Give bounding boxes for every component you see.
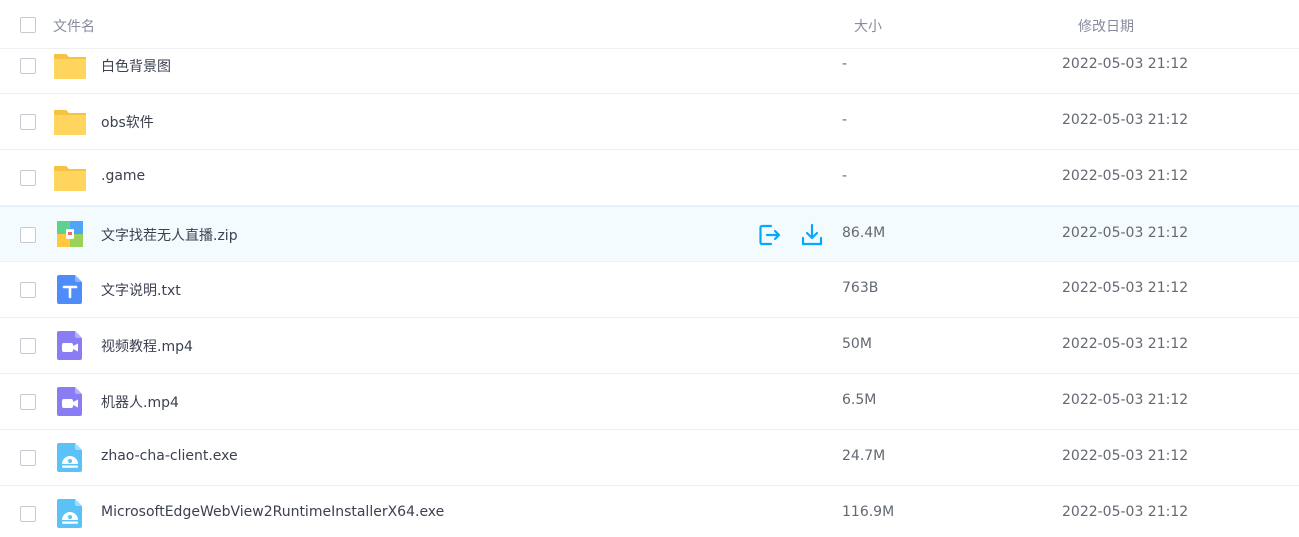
file-name[interactable]: MicrosoftEdgeWebView2RuntimeInstallerX64…	[101, 504, 444, 520]
row-checkbox[interactable]	[20, 282, 36, 298]
row-checkbox[interactable]	[20, 506, 36, 522]
file-row[interactable]: 文字说明.txt 763B 2022-05-03 21:12	[0, 262, 1299, 318]
row-checkbox[interactable]	[20, 450, 36, 466]
file-date: 2022-05-03 21:12	[1062, 392, 1189, 408]
select-all-checkbox[interactable]	[20, 17, 36, 33]
row-checkbox[interactable]	[20, 114, 36, 130]
row-checkbox[interactable]	[20, 227, 36, 243]
file-name[interactable]: 文字说明.txt	[101, 280, 181, 300]
row-checkbox[interactable]	[20, 394, 36, 410]
file-size: 763B	[842, 280, 879, 296]
file-row[interactable]: obs软件 - 2022-05-03 21:12	[0, 94, 1299, 150]
file-name[interactable]: obs软件	[101, 112, 154, 132]
text-file-icon	[53, 272, 87, 306]
file-size: -	[842, 56, 848, 72]
file-list: 文件名 大小 修改日期 白色背景图 - 2022-05-03 21:12 obs…	[0, 0, 1299, 537]
file-name[interactable]: zhao-cha-client.exe	[101, 448, 238, 464]
file-row[interactable]: zhao-cha-client.exe 24.7M 2022-05-03 21:…	[0, 430, 1299, 486]
file-size: 86.4M	[842, 225, 886, 241]
file-date: 2022-05-03 21:12	[1062, 448, 1189, 464]
column-header-date[interactable]: 修改日期	[1078, 16, 1134, 36]
file-name[interactable]: 文字找茬无人直播.zip	[101, 225, 238, 245]
zip-file-icon	[53, 217, 87, 251]
file-date: 2022-05-03 21:12	[1062, 56, 1189, 72]
file-size: -	[842, 112, 848, 128]
file-name[interactable]: .game	[101, 168, 145, 184]
file-size: 116.9M	[842, 504, 895, 520]
file-name[interactable]: 机器人.mp4	[101, 392, 179, 412]
download-icon[interactable]	[799, 222, 825, 248]
file-row[interactable]: MicrosoftEdgeWebView2RuntimeInstallerX64…	[0, 486, 1299, 537]
folder-icon	[53, 160, 87, 194]
row-checkbox[interactable]	[20, 170, 36, 186]
file-row[interactable]: 文字找茬无人直播.zip 86.4M 2022-05-03 21:12	[0, 206, 1299, 262]
video-file-icon	[53, 328, 87, 362]
column-header-name[interactable]: 文件名	[53, 16, 95, 36]
exe-file-icon	[53, 496, 87, 530]
video-file-icon	[53, 384, 87, 418]
file-date: 2022-05-03 21:12	[1062, 280, 1189, 296]
file-row[interactable]: 白色背景图 - 2022-05-03 21:12	[0, 38, 1299, 94]
file-row[interactable]: 视频教程.mp4 50M 2022-05-03 21:12	[0, 318, 1299, 374]
file-name[interactable]: 白色背景图	[101, 56, 171, 76]
share-icon[interactable]	[757, 222, 783, 248]
file-date: 2022-05-03 21:12	[1062, 168, 1189, 184]
file-date: 2022-05-03 21:12	[1062, 112, 1189, 128]
file-name[interactable]: 视频教程.mp4	[101, 336, 193, 356]
row-checkbox[interactable]	[20, 58, 36, 74]
file-row[interactable]: .game - 2022-05-03 21:12	[0, 150, 1299, 206]
file-size: -	[842, 168, 848, 184]
file-size: 50M	[842, 336, 872, 352]
folder-icon	[53, 104, 87, 138]
file-row[interactable]: 机器人.mp4 6.5M 2022-05-03 21:12	[0, 374, 1299, 430]
exe-file-icon	[53, 440, 87, 474]
file-date: 2022-05-03 21:12	[1062, 336, 1189, 352]
file-size: 24.7M	[842, 448, 886, 464]
file-date: 2022-05-03 21:12	[1062, 225, 1189, 241]
column-header-size[interactable]: 大小	[854, 16, 882, 36]
file-date: 2022-05-03 21:12	[1062, 504, 1189, 520]
file-size: 6.5M	[842, 392, 877, 408]
row-checkbox[interactable]	[20, 338, 36, 354]
folder-icon	[53, 48, 87, 82]
row-actions	[757, 222, 827, 248]
